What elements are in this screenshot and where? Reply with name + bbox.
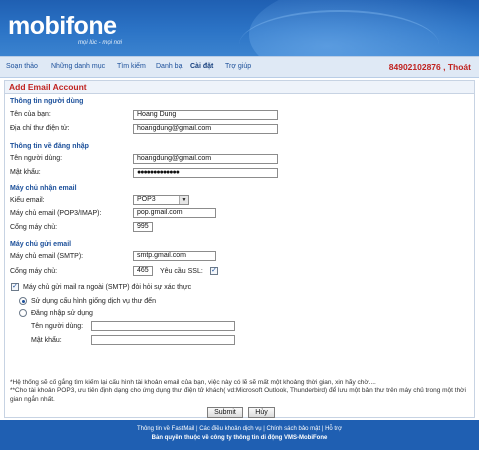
footer-copyright: Bản quyền thuộc về công ty thông tin di … (151, 435, 328, 441)
section-login-info: Thông tin về đăng nhập (10, 143, 89, 150)
email-label: Địa chỉ thư điện tử: (10, 125, 70, 132)
note-pop3: **Cho tài khoản POP3, ưu tiên định dạng … (10, 387, 466, 403)
name-input[interactable]: Hoang Dung (133, 110, 278, 120)
page-title: Add Email Account (5, 81, 474, 94)
nav-compose[interactable]: Soạn thảo (6, 63, 38, 70)
email-input[interactable]: hoangdung@gmail.com (133, 124, 278, 134)
email-type-label: Kiểu email: (10, 197, 45, 204)
nav-settings[interactable]: Cài đặt (190, 63, 213, 70)
ssl-checkbox[interactable]: ✓ (210, 267, 218, 275)
smtp-auth-checkbox[interactable]: ✓ (11, 283, 19, 291)
nav-help[interactable]: Trợ giúp (225, 63, 251, 70)
nav-folders[interactable]: Những danh mục (51, 63, 105, 70)
username-input[interactable]: hoangdung@gmail.com (133, 154, 278, 164)
outgoing-port-label: Cổng máy chủ: (10, 268, 58, 275)
section-incoming-server: Máy chủ nhận email (10, 185, 77, 192)
header-banner: mobifone mọi lúc - mọi nơi (0, 0, 479, 56)
radio-login-with-label: Đăng nhập sử dụng (31, 310, 93, 317)
nav-contacts[interactable]: Danh bạ (156, 63, 182, 70)
password-input[interactable]: ●●●●●●●●●●●●● (133, 168, 278, 178)
section-user-info: Thông tin người dùng (10, 98, 84, 105)
footer: Thông tin về FastMail | Các điều khoản d… (0, 420, 479, 450)
chevron-down-icon[interactable]: ▼ (179, 196, 188, 204)
account-logout-link[interactable]: 84902102876 , Thoát (389, 62, 471, 72)
smtp-password-label: Mật khẩu: (31, 337, 62, 344)
smtp-password-input[interactable] (91, 335, 235, 345)
submit-button[interactable]: Submit (207, 407, 243, 418)
section-outgoing-server: Máy chủ gửi email (10, 241, 72, 248)
incoming-server-input[interactable]: pop.gmail.com (133, 208, 216, 218)
ssl-label: Yêu cầu SSL: (160, 268, 203, 275)
password-label: Mật khẩu: (10, 169, 41, 176)
footer-links[interactable]: Thông tin về FastMail | Các điều khoản d… (0, 426, 479, 432)
outgoing-server-input[interactable]: smtp.gmail.com (133, 251, 216, 261)
main-nav: Soạn thảo Những danh mục Tìm kiếm Danh b… (0, 56, 479, 78)
radio-login-with[interactable] (19, 309, 27, 317)
add-email-account-panel: Add Email Account Thông tin người dùng T… (4, 80, 475, 418)
outgoing-port-input[interactable]: 465 (133, 266, 153, 276)
nav-search[interactable]: Tìm kiếm (117, 63, 146, 70)
radio-same-config[interactable] (19, 297, 27, 305)
smtp-username-label: Tên người dùng: (31, 323, 84, 330)
email-type-select[interactable]: POP3 ▼ (133, 195, 189, 205)
incoming-port-label: Cổng máy chủ: (10, 224, 58, 231)
username-label: Tên người dùng: (10, 155, 63, 162)
smtp-auth-label: Máy chủ gửi mail ra ngoài (SMTP) đòi hỏi… (23, 284, 192, 291)
email-type-value: POP3 (137, 196, 156, 203)
incoming-server-label: Máy chủ email (POP3/IMAP): (10, 210, 102, 217)
smtp-username-input[interactable] (91, 321, 235, 331)
name-label: Tên của bạn: (10, 111, 51, 118)
logo-slogan: mọi lúc - mọi nơi (78, 40, 122, 46)
mobifone-logo: mobifone (8, 12, 117, 40)
radio-same-config-label: Sử dụng cấu hình giống dịch vụ thư đến (31, 298, 156, 305)
cancel-button[interactable]: Hủy (248, 407, 275, 418)
incoming-port-input[interactable]: 995 (133, 222, 153, 232)
outgoing-server-label: Máy chủ email (SMTP): (10, 253, 84, 260)
